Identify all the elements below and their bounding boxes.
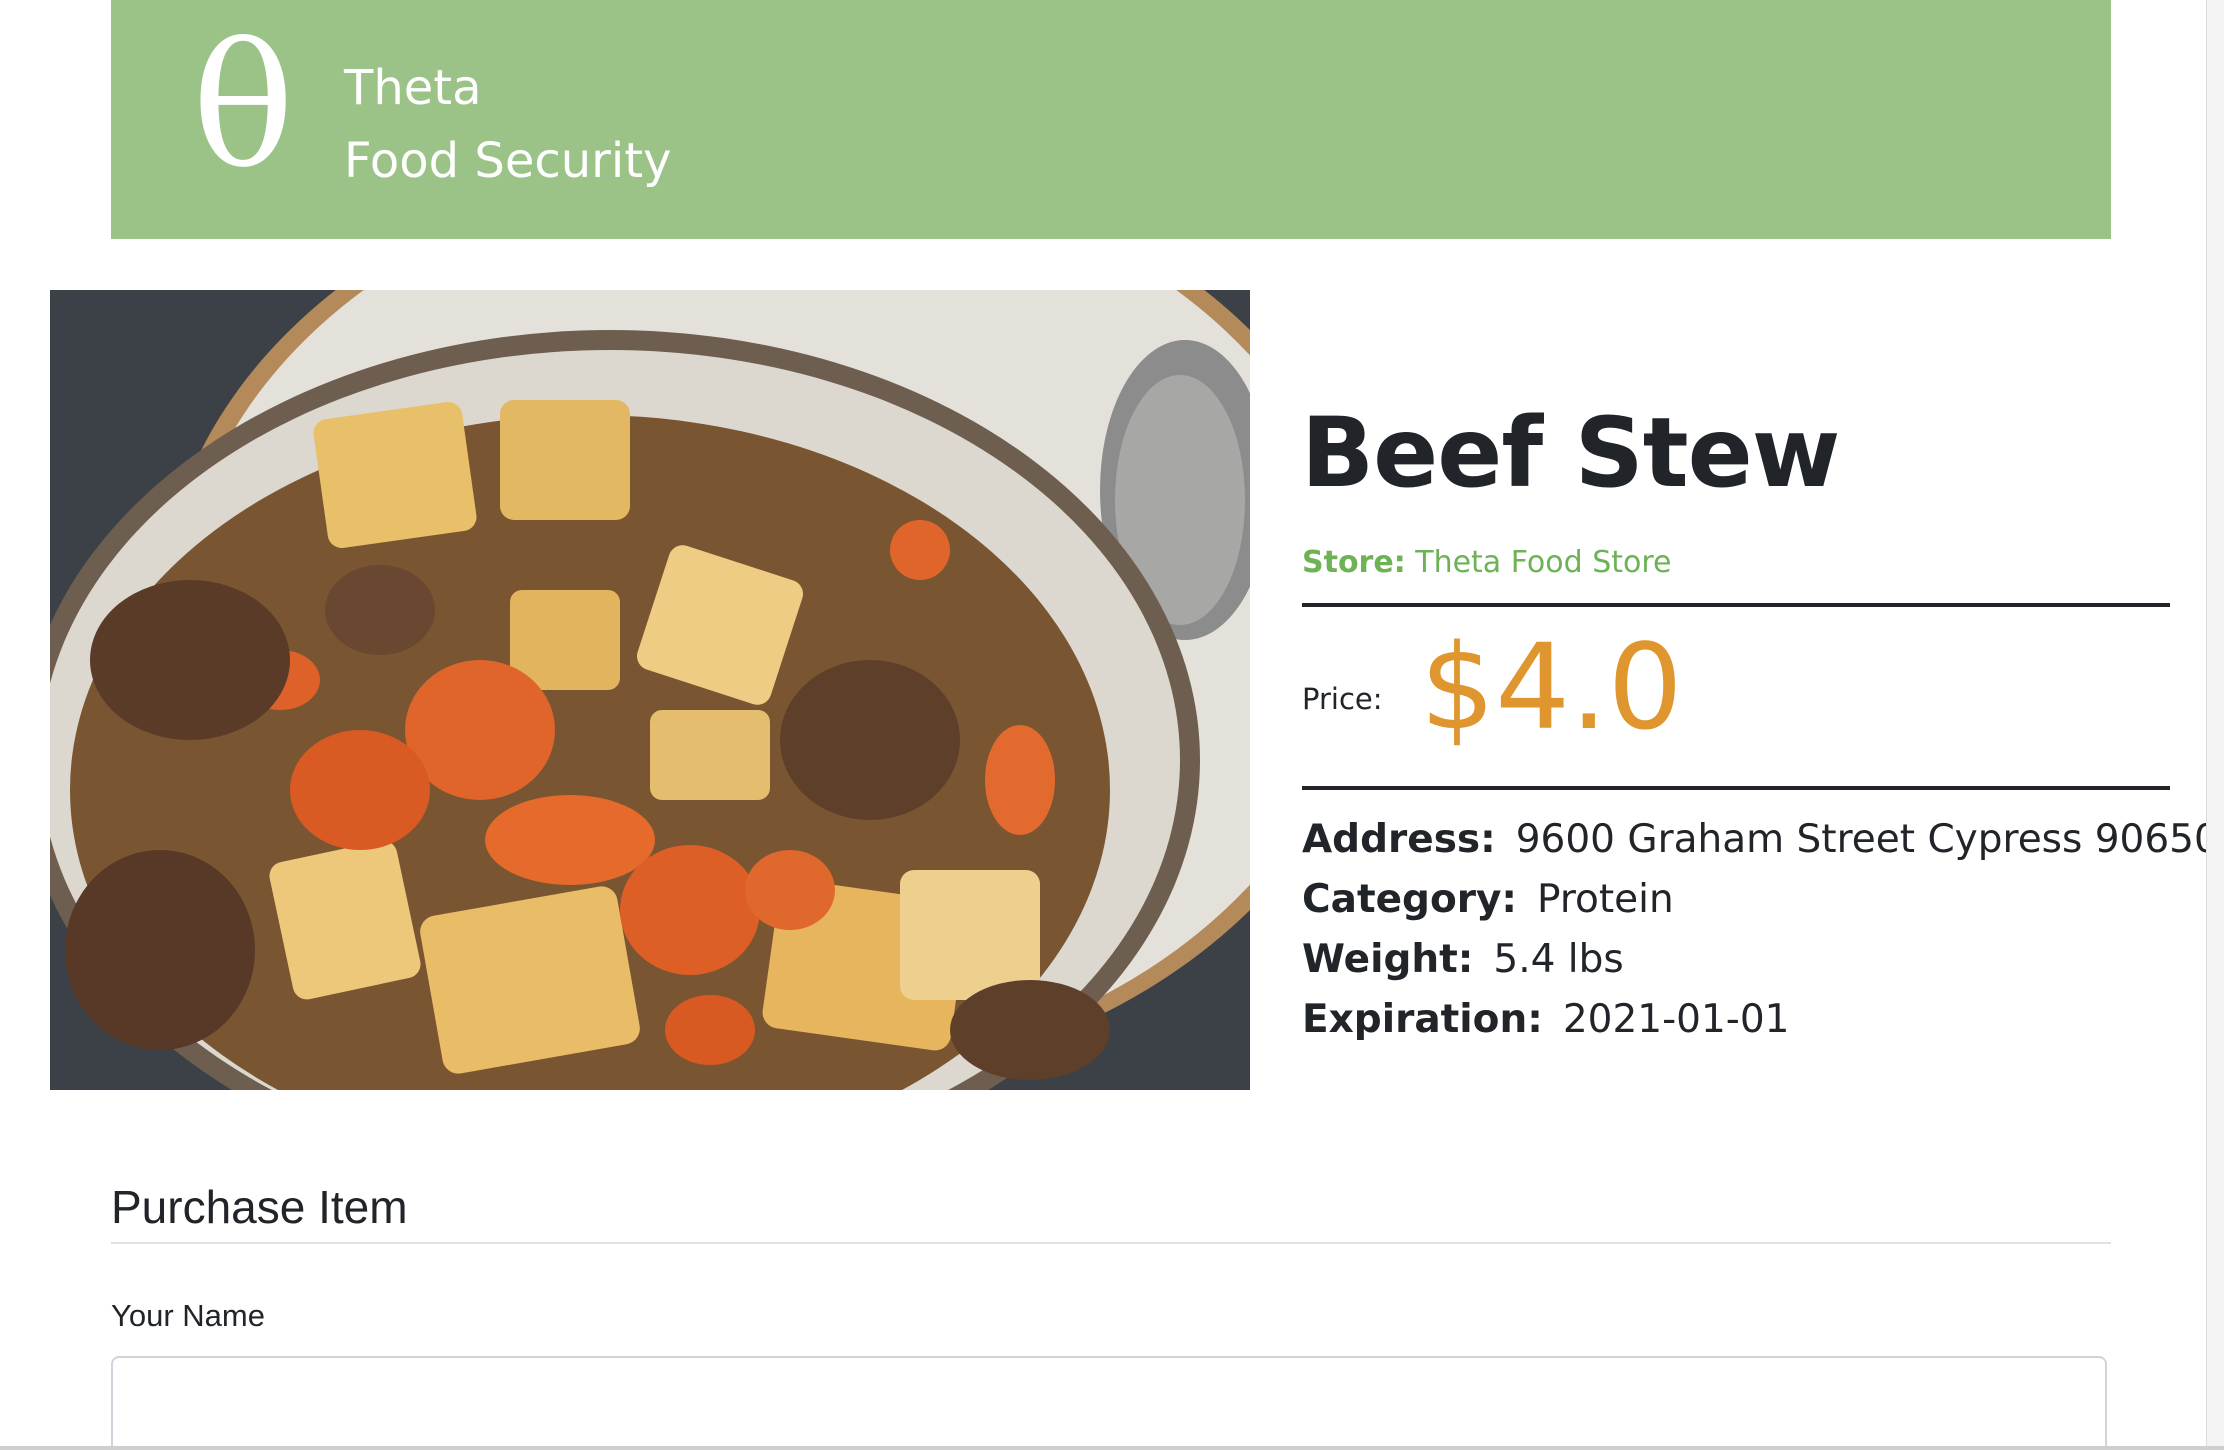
detail-weight: Weight: 5.4 lbs xyxy=(1302,937,1624,982)
detail-key: Expiration: xyxy=(1302,997,1543,1042)
beef-stew-photo xyxy=(50,290,1250,1090)
store-link[interactable]: Theta Food Store xyxy=(1415,545,1671,580)
header-banner xyxy=(111,0,2111,239)
detail-address: Address: 9600 Graham Street Cypress 90650 xyxy=(1302,817,2219,862)
store-label: Store: xyxy=(1302,545,1406,580)
brand-name-line2[interactable]: Food Security xyxy=(344,137,671,185)
page: θ Theta Food Security Beef Stew Store: T… xyxy=(0,0,2224,1450)
price-value: $4.0 xyxy=(1420,618,1683,756)
divider-top xyxy=(1302,603,2170,607)
detail-value: 5.4 lbs xyxy=(1493,937,1624,982)
store-info: Store: Theta Food Store xyxy=(1302,545,1672,580)
brand-name-line1[interactable]: Theta xyxy=(344,64,482,112)
detail-key: Category: xyxy=(1302,877,1517,922)
product-title: Beef Stew xyxy=(1301,397,1840,509)
detail-key: Address: xyxy=(1302,817,1496,862)
price-label: Price: xyxy=(1302,682,1383,716)
purchase-divider xyxy=(111,1242,2111,1244)
name-input[interactable] xyxy=(111,1356,2107,1450)
name-label: Your Name xyxy=(111,1298,265,1333)
detail-category: Category: Protein xyxy=(1302,877,1674,922)
product-image xyxy=(50,290,1250,1090)
detail-value: 9600 Graham Street Cypress 90650 xyxy=(1515,817,2219,862)
divider-bottom xyxy=(1302,786,2170,790)
detail-key: Weight: xyxy=(1302,937,1474,982)
detail-value: Protein xyxy=(1537,877,1674,922)
detail-expiration: Expiration: 2021-01-01 xyxy=(1302,997,1789,1042)
purchase-heading: Purchase Item xyxy=(111,1181,408,1233)
theta-logo-icon[interactable]: θ xyxy=(192,22,294,192)
detail-value: 2021-01-01 xyxy=(1562,997,1790,1042)
window-edge xyxy=(2206,0,2224,1450)
window-bottom-edge xyxy=(0,1446,2224,1450)
